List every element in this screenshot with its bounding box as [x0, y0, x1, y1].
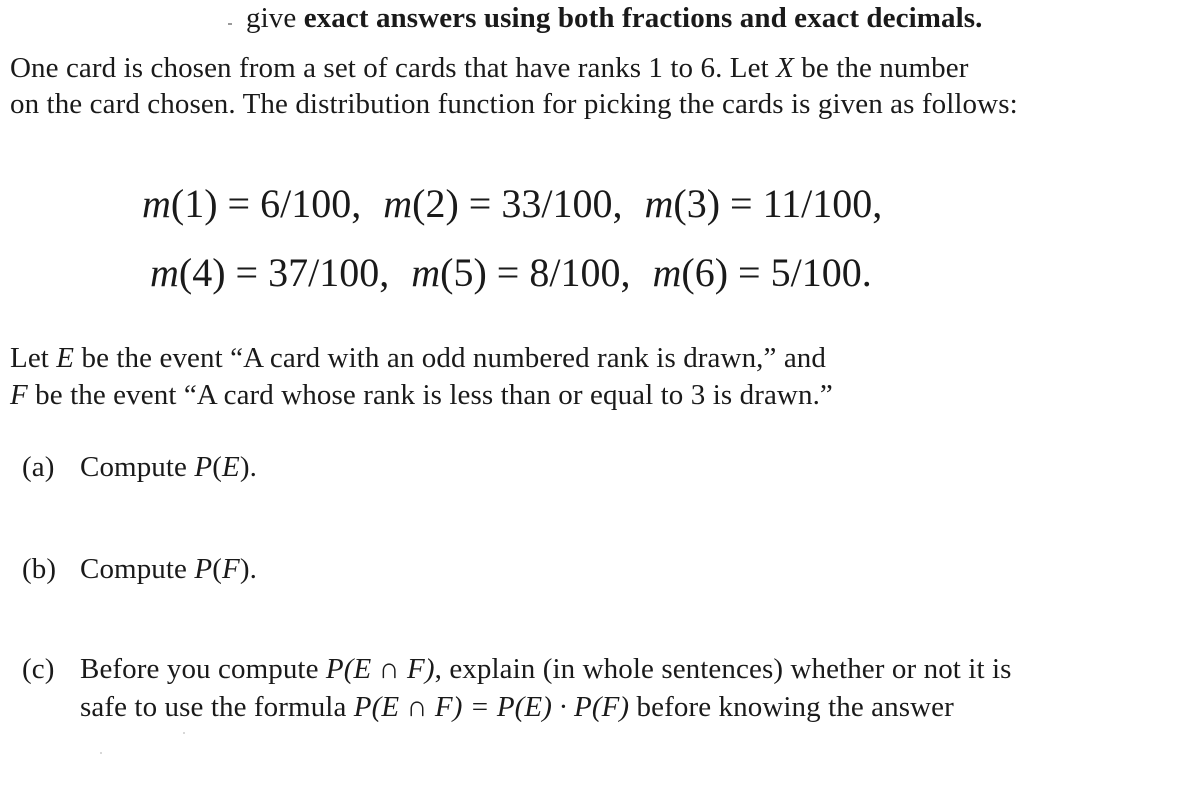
intro-line-1: One card is chosen from a set of cards t…: [10, 50, 968, 86]
intersection-expression: P(E ∩ F): [325, 653, 435, 685]
instruction-header: give exact answers using both fractions …: [246, 0, 983, 36]
question-label: (a): [22, 451, 55, 483]
question-text: Compute: [80, 553, 195, 585]
independence-formula: P(E ∩ F) = P(E) · P(F): [353, 691, 630, 723]
intro-line-2: on the card chosen. The distribution fun…: [10, 86, 1018, 122]
event-text: be the event “A card whose rank is less …: [27, 379, 833, 411]
event-text: be the event “A card with an odd numbere…: [74, 342, 827, 374]
instruction-bold: exact answers using both fractions and e…: [303, 2, 983, 34]
distribution-entry: m(2) = 33/100,: [383, 181, 623, 226]
variable-x: X: [776, 52, 794, 84]
question-text: before knowing the answer: [629, 691, 954, 723]
question-text: safe to use the formula: [80, 691, 354, 723]
distribution-entry: m(6) = 5/100.: [652, 250, 872, 295]
question-c-line-2: safe to use the formula P(E ∩ F) = P(E) …: [80, 689, 954, 725]
intro-text: be the number: [793, 52, 969, 84]
distribution-entry: m(4) = 37/100,: [150, 250, 390, 295]
stray-mark: [100, 752, 102, 754]
question-text: Compute: [80, 451, 195, 483]
event-f-definition: F be the event “A card whose rank is les…: [10, 377, 833, 413]
event-e-definition: Let E be the event “A card with an odd n…: [10, 340, 826, 376]
variable-e: E: [56, 342, 75, 374]
intro-text: on the card chosen. The distribution fun…: [10, 88, 1018, 120]
question-text: Before you compute: [80, 653, 326, 685]
distribution-entry: m(3) = 11/100,: [644, 181, 883, 226]
question-text: , explain (in whole sentences) whether o…: [434, 653, 1012, 685]
intro-text: One card is chosen from a set of cards t…: [10, 52, 777, 84]
stray-mark: [183, 732, 185, 734]
distribution-entry: m(1) = 6/100,: [142, 181, 362, 226]
stray-mark: [228, 23, 232, 25]
event-text: Let: [10, 342, 57, 374]
question-label: (c): [22, 653, 55, 685]
instruction-prefix: give: [246, 2, 304, 34]
question-c-line-1: (c) Before you compute P(E ∩ F), explain …: [22, 651, 1012, 687]
distribution-row-2: m(4) = 37/100, m(5) = 8/100, m(6) = 5/100.: [150, 248, 872, 298]
distribution-row-1: m(1) = 6/100, m(2) = 33/100, m(3) = 11/100,: [142, 179, 882, 229]
question-b: (b) Compute P(F).: [22, 553, 257, 585]
variable-f: F: [10, 379, 28, 411]
question-a: (a) Compute P(E).: [22, 451, 257, 483]
distribution-entry: m(5) = 8/100,: [411, 250, 631, 295]
question-label: (b): [22, 553, 57, 585]
